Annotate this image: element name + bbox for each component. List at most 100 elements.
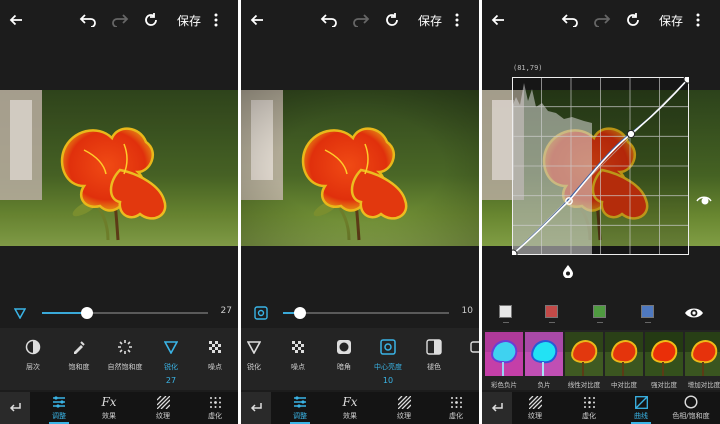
- bottom-nav: 调整 Fx 效果 纹理 虚化: [0, 392, 238, 424]
- channel-green[interactable]: [593, 305, 606, 318]
- center-brightness-icon: [379, 338, 397, 356]
- tool-levels[interactable]: 层次: [10, 338, 56, 372]
- slider-knob[interactable]: [293, 307, 306, 319]
- redo-icon[interactable]: [590, 8, 614, 32]
- eye-icon[interactable]: [696, 192, 712, 211]
- nav-label: 虚化: [582, 412, 596, 420]
- undo-icon[interactable]: [317, 8, 341, 32]
- nav-effects[interactable]: Fx 效果: [86, 395, 132, 421]
- curve-point[interactable]: [626, 129, 636, 139]
- undo-icon[interactable]: [558, 8, 582, 32]
- channel-mark: [597, 322, 603, 323]
- top-bar: 保存: [482, 0, 720, 40]
- nav-blur[interactable]: 虚化: [566, 395, 612, 421]
- droplet-icon[interactable]: [562, 263, 574, 282]
- more-icon[interactable]: [690, 8, 706, 32]
- return-icon[interactable]: [0, 392, 30, 424]
- fx-icon: Fx: [342, 395, 358, 409]
- nav-texture[interactable]: 纹理: [140, 395, 186, 421]
- tool-noise[interactable]: 噪点: [275, 338, 321, 372]
- eye-icon[interactable]: [684, 305, 704, 324]
- reset-icon[interactable]: [380, 8, 404, 32]
- center-brightness-slider[interactable]: 10: [241, 302, 479, 324]
- preset-thumbnail: [685, 332, 720, 376]
- back-arrow-icon[interactable]: [4, 8, 28, 32]
- blur-icon: [566, 395, 612, 409]
- channel-red[interactable]: [545, 305, 558, 318]
- slider-value: 10: [461, 306, 473, 316]
- preset-label: 中对比度: [611, 381, 637, 389]
- nav-hue-saturation[interactable]: 色相/饱和度: [668, 395, 714, 421]
- undo-icon[interactable]: [76, 8, 100, 32]
- tool-vignette[interactable]: 暗角: [321, 338, 367, 372]
- nav-blur[interactable]: 虚化: [433, 395, 479, 421]
- nav-label: 纹理: [156, 412, 170, 420]
- screen-curves: 保存 (81,79) 彩色负片 负片 线性对比度 中对比度 强对比度 增加对比度…: [482, 0, 720, 424]
- nav-texture[interactable]: 纹理: [512, 395, 558, 421]
- reset-icon[interactable]: [621, 8, 645, 32]
- curve-editor[interactable]: [512, 77, 689, 255]
- nav-effects[interactable]: Fx 效果: [327, 395, 373, 421]
- slider-track[interactable]: [42, 312, 208, 314]
- tool-saturation[interactable]: 饱和度: [56, 338, 102, 372]
- tool-noise[interactable]: 噪点: [192, 338, 238, 372]
- nav-curves[interactable]: 曲线: [618, 395, 664, 424]
- nav-label: 效果: [343, 412, 357, 420]
- save-button[interactable]: 保存: [416, 8, 444, 32]
- nav-label: 纹理: [397, 412, 411, 420]
- channel-blue[interactable]: [641, 305, 654, 318]
- slider-knob[interactable]: [80, 307, 93, 319]
- tool-label: 噪点: [208, 363, 222, 371]
- curve-icon: [618, 395, 664, 409]
- preset-strong-contrast[interactable]: 强对比度: [645, 332, 683, 389]
- tool-label: 褪色: [427, 363, 441, 371]
- bottom-nav: 调整 Fx 效果 纹理 虚化: [241, 392, 479, 424]
- slider-track[interactable]: [283, 312, 449, 314]
- nav-texture[interactable]: 纹理: [381, 395, 427, 421]
- preset-color-negative[interactable]: 彩色负片: [485, 332, 523, 389]
- preset-thumbnail: [565, 332, 603, 376]
- curve-presets: 彩色负片 负片 线性对比度 中对比度 强对比度 增加对比度: [482, 330, 720, 390]
- noise-icon: [289, 338, 307, 356]
- curve-point[interactable]: [683, 77, 689, 84]
- preset-increase-contrast[interactable]: 增加对比度: [685, 332, 720, 389]
- flower-image: [241, 90, 479, 246]
- preset-negative[interactable]: 负片: [525, 332, 563, 389]
- top-bar: 保存: [241, 0, 479, 40]
- preset-medium-contrast[interactable]: 中对比度: [605, 332, 643, 389]
- tool-sharpen[interactable]: 锐化: [241, 338, 277, 372]
- save-button[interactable]: 保存: [175, 8, 203, 32]
- reset-icon[interactable]: [139, 8, 163, 32]
- return-icon[interactable]: [241, 392, 271, 424]
- nav-adjust[interactable]: 调整: [277, 395, 323, 424]
- return-icon[interactable]: [482, 392, 512, 424]
- back-arrow-icon[interactable]: [245, 8, 269, 32]
- nav-label: 曲线: [634, 412, 648, 420]
- save-button[interactable]: 保存: [657, 8, 685, 32]
- tool-partial[interactable]: [455, 338, 479, 356]
- screen-center-brightness: 保存 10 锐化 噪点 暗角 中心亮度 10 褪色 调整 Fx 效果 纹理 虚化: [241, 0, 479, 424]
- tool-vibrance[interactable]: 自然饱和度: [102, 338, 148, 372]
- channel-selector: [482, 303, 720, 323]
- redo-icon[interactable]: [108, 8, 132, 32]
- preset-thumbnail: [485, 332, 523, 376]
- tool-label: 层次: [26, 363, 40, 371]
- nav-adjust[interactable]: 调整: [36, 395, 82, 424]
- tool-sharpen[interactable]: 锐化 27: [148, 338, 194, 385]
- back-arrow-icon[interactable]: [486, 8, 510, 32]
- fade-icon: [425, 338, 443, 356]
- tool-center-brightness[interactable]: 中心亮度 10: [365, 338, 411, 385]
- sharpen-slider[interactable]: 27: [0, 302, 238, 324]
- more-icon[interactable]: [449, 8, 465, 32]
- redo-icon[interactable]: [349, 8, 373, 32]
- channel-rgb[interactable]: [499, 305, 512, 318]
- preset-thumbnail: [605, 332, 643, 376]
- preset-linear-contrast[interactable]: 线性对比度: [565, 332, 603, 389]
- nav-blur[interactable]: 虚化: [192, 395, 238, 421]
- preset-label: 线性对比度: [567, 381, 601, 389]
- dropper-icon: [70, 338, 88, 356]
- blur-icon: [192, 395, 238, 409]
- sharpen-icon: [162, 338, 180, 356]
- tool-fade[interactable]: 褪色: [411, 338, 457, 372]
- more-icon[interactable]: [208, 8, 224, 32]
